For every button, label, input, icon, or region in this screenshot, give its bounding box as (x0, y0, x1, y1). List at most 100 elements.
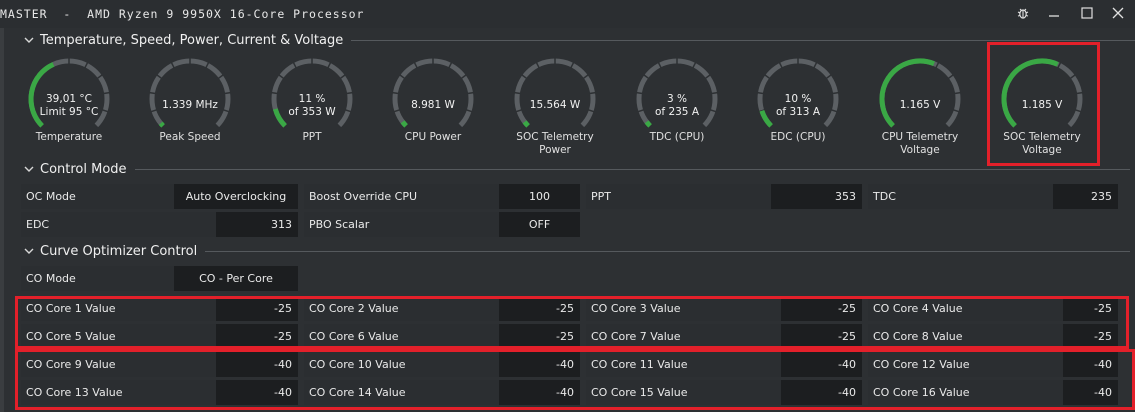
co-core-field[interactable]: CO Core 5 Value -25 (21, 324, 298, 349)
field-value[interactable]: -40 (499, 380, 580, 405)
gauge-label-line1: EDC (CPU) (770, 131, 826, 143)
co-mode-field[interactable]: CO Mode CO - Per Core (21, 266, 298, 291)
field-value[interactable]: -40 (216, 352, 298, 377)
co-core-field[interactable]: CO Core 16 Value -40 (868, 380, 1118, 405)
gauge-dial (514, 58, 596, 129)
gauge: 1.339 MHz Peak Speed (138, 53, 242, 163)
gauge: 1.165 V CPU Telemetry Voltage (868, 53, 972, 163)
field-value[interactable]: -40 (1063, 380, 1118, 405)
field-value[interactable]: -25 (1063, 296, 1118, 321)
gauge-tick (514, 91, 521, 95)
field-value[interactable]: OFF (499, 212, 580, 237)
gauge-tick (392, 91, 399, 95)
co-core-field[interactable]: CO Core 12 Value -40 (868, 352, 1118, 377)
field-label: CO Core 15 Value (586, 380, 781, 405)
field-label: CO Core 5 Value (21, 324, 216, 349)
gauge-tick (954, 91, 961, 95)
co-core-field[interactable]: CO Core 6 Value -25 (304, 324, 580, 349)
field-value[interactable]: -40 (216, 380, 298, 405)
field-label: CO Core 16 Value (868, 380, 1063, 405)
field-value[interactable]: -25 (1063, 324, 1118, 349)
window-title: MASTER - AMD Ryzen 9 9950X 16-Core Proce… (0, 7, 365, 21)
section-divider (351, 39, 1135, 41)
field-value[interactable]: Auto Overclocking (174, 184, 298, 209)
field-value[interactable]: -40 (1063, 352, 1118, 377)
gauge-value: 1.339 MHz (162, 99, 218, 111)
gauge-value: 10 % (784, 93, 812, 105)
field-value[interactable]: -40 (781, 352, 862, 377)
gauge-dial (879, 58, 961, 129)
gauge-label: CPU Power (381, 131, 485, 144)
gauge-fill (1001, 58, 1059, 128)
co-core-field[interactable]: CO Core 9 Value -40 (21, 352, 298, 377)
gauge-label: CPU Telemetry Voltage (868, 131, 972, 157)
ppt-field[interactable]: PPT 353 (586, 184, 862, 209)
field-label: CO Core 14 Value (304, 380, 499, 405)
chevron-down-icon[interactable] (22, 162, 36, 176)
field-value[interactable]: -25 (216, 324, 298, 349)
gauge-value: 3 % (667, 93, 687, 105)
bug-icon[interactable] (1012, 3, 1034, 23)
gauge-subvalue: of 235 A (654, 106, 700, 118)
co-core-field[interactable]: CO Core 8 Value -25 (868, 324, 1118, 349)
field-label: CO Core 1 Value (21, 296, 216, 321)
co-core-field[interactable]: CO Core 14 Value -40 (304, 380, 580, 405)
field-value[interactable]: -25 (499, 324, 580, 349)
co-core-field[interactable]: CO Core 7 Value -25 (586, 324, 862, 349)
co-core-field[interactable]: CO Core 2 Value -25 (304, 296, 580, 321)
maximize-icon[interactable] (1076, 3, 1098, 23)
gauge-track (514, 58, 596, 128)
gauge-tick (149, 91, 156, 95)
gauge: 1.185 V SOC Telemetry Voltage (990, 53, 1094, 163)
gauge: 39,01 °C Limit 95 °C Temperature (17, 53, 121, 163)
close-icon[interactable] (1107, 3, 1129, 23)
co-core-field[interactable]: CO Core 11 Value -40 (586, 352, 862, 377)
field-label: CO Core 8 Value (868, 324, 1063, 349)
tdc-field[interactable]: TDC 235 (868, 184, 1118, 209)
boost-override-field[interactable]: Boost Override CPU 100 (304, 184, 580, 209)
section-header-control[interactable]: Control Mode (22, 161, 1130, 177)
field-value[interactable]: -40 (499, 352, 580, 377)
gauge-label: EDC (CPU) (746, 131, 850, 144)
field-value[interactable]: -25 (781, 324, 862, 349)
gauge-track (149, 58, 231, 128)
field-label: CO Core 3 Value (586, 296, 781, 321)
oc-mode-field[interactable]: OC Mode Auto Overclocking (21, 184, 298, 209)
gauge-value: 11 % (298, 93, 326, 105)
edc-field[interactable]: EDC 313 (21, 212, 298, 237)
field-value[interactable]: CO - Per Core (174, 266, 298, 291)
minimize-icon[interactable] (1043, 3, 1065, 23)
left-border (0, 28, 4, 412)
co-core-field[interactable]: CO Core 3 Value -25 (586, 296, 862, 321)
field-value[interactable]: -40 (781, 380, 862, 405)
co-core-field[interactable]: CO Core 4 Value -25 (868, 296, 1118, 321)
field-value[interactable]: 313 (216, 212, 298, 237)
section-header-sensors[interactable]: Temperature, Speed, Power, Current & Vol… (22, 32, 1135, 48)
field-value[interactable]: -25 (216, 296, 298, 321)
gauge-subvalue: of 313 A (775, 106, 821, 118)
field-label: CO Core 2 Value (304, 296, 499, 321)
co-core-field[interactable]: CO Core 13 Value -40 (21, 380, 298, 405)
gauge-dial (1001, 58, 1083, 129)
gauge: 10 % of 313 A EDC (CPU) (746, 53, 850, 163)
gauge-label: TDC (CPU) (625, 131, 729, 144)
field-value[interactable]: 100 (499, 184, 580, 209)
gauge-tick (589, 91, 596, 95)
gauge-subvalue: of 353 W (288, 106, 336, 118)
field-label: EDC (21, 212, 216, 237)
title-bar: MASTER - AMD Ryzen 9 9950X 16-Core Proce… (0, 0, 1135, 28)
co-core-field[interactable]: CO Core 1 Value -25 (21, 296, 298, 321)
chevron-down-icon[interactable] (22, 33, 36, 47)
field-value[interactable]: -25 (781, 296, 862, 321)
field-value[interactable]: 235 (1053, 184, 1118, 209)
field-value[interactable]: -25 (499, 296, 580, 321)
chevron-down-icon[interactable] (22, 244, 36, 258)
section-header-curve[interactable]: Curve Optimizer Control (22, 243, 1131, 259)
pbo-scalar-field[interactable]: PBO Scalar OFF (304, 212, 580, 237)
co-core-field[interactable]: CO Core 15 Value -40 (586, 380, 862, 405)
gauge-tick (224, 91, 231, 95)
field-label: CO Core 4 Value (868, 296, 1063, 321)
co-core-field[interactable]: CO Core 10 Value -40 (304, 352, 580, 377)
field-value[interactable]: 353 (771, 184, 862, 209)
gauge-value: 1.165 V (899, 99, 941, 111)
